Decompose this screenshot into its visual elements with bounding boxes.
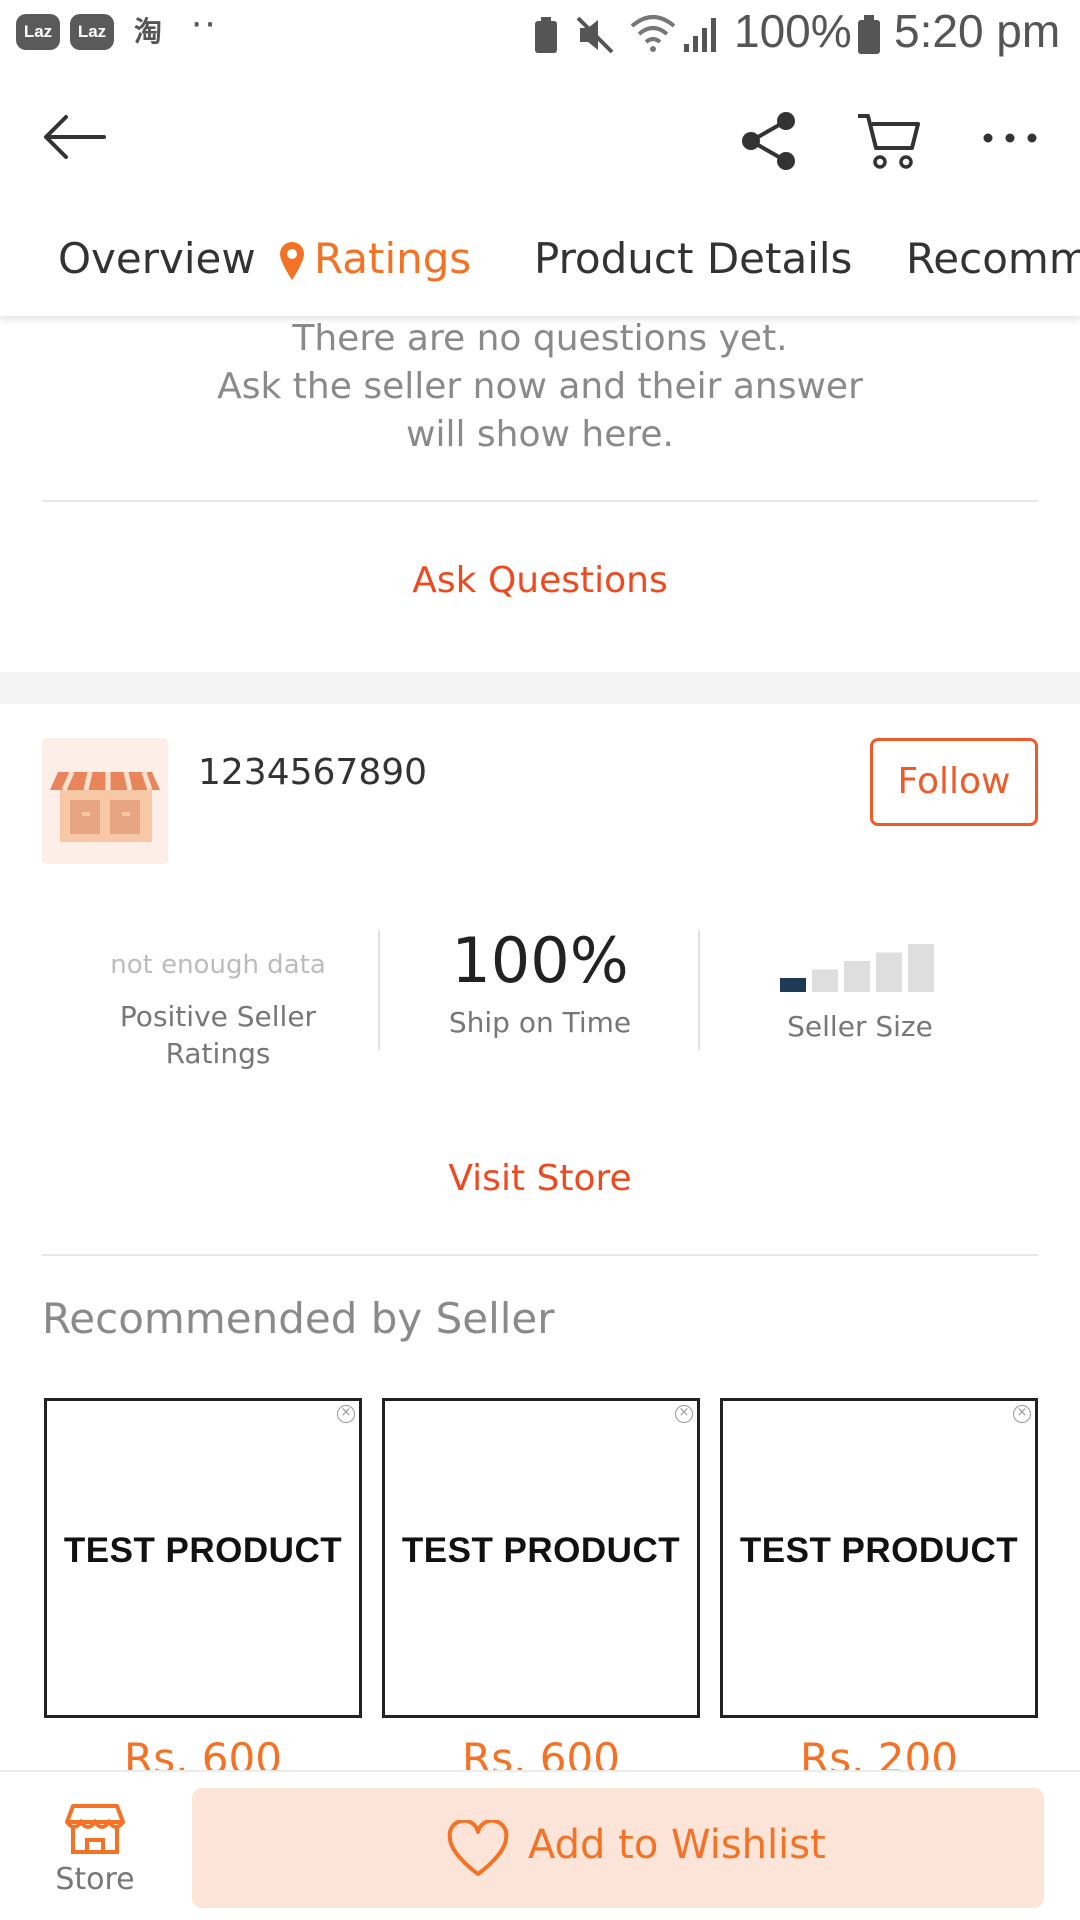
- share-icon[interactable]: [738, 110, 800, 172]
- battery-saver-icon: [535, 17, 557, 53]
- divider: [42, 500, 1038, 502]
- close-icon[interactable]: ×: [675, 1405, 693, 1423]
- clock: 5:20 pm: [894, 5, 1061, 57]
- tab-recommended[interactable]: Recomm: [906, 234, 1080, 283]
- ship-on-time-value: 100%: [451, 924, 629, 997]
- app-bar: [0, 66, 1080, 216]
- add-to-wishlist-label: Add to Wishlist: [528, 1822, 826, 1868]
- product-card[interactable]: × TEST PRODUCT: [720, 1398, 1038, 1718]
- store-tab-label: Store: [55, 1862, 135, 1897]
- positive-ratings-label: Positive Seller: [119, 1000, 317, 1033]
- bottom-action-bar: Store Add to Wishlist: [0, 1770, 1080, 1920]
- product-image-text: TEST PRODUCT: [401, 1531, 681, 1570]
- store-front-icon: [50, 770, 160, 842]
- location-pin-icon: [280, 242, 304, 280]
- no-questions-line-3: will show here.: [406, 414, 674, 455]
- recommended-title: Recommended by Seller: [42, 1294, 555, 1343]
- product-image-text: TEST PRODUCT: [739, 1531, 1019, 1570]
- tab-ratings[interactable]: Ratings: [314, 234, 471, 283]
- no-questions-line-2: Ask the seller now and their answer: [217, 366, 863, 407]
- more-notifications-icon: ··: [190, 0, 217, 44]
- wifi-icon: [630, 15, 676, 52]
- heart-icon: [447, 1820, 509, 1876]
- store-icon: [65, 1804, 125, 1854]
- add-to-wishlist-button[interactable]: Add to Wishlist: [192, 1788, 1044, 1908]
- seller-name: 1234567890: [198, 752, 428, 793]
- tab-overview[interactable]: Overview: [58, 234, 256, 283]
- ship-on-time-stat: 100% Ship on Time: [380, 924, 700, 1040]
- close-icon[interactable]: ×: [337, 1405, 355, 1423]
- status-bar: Laz Laz 淘 ·· 100% 5:20 pm: [0, 0, 1080, 66]
- product-image-text: TEST PRODUCT: [63, 1531, 343, 1570]
- vibrate-icon: [576, 16, 614, 54]
- cart-icon[interactable]: [856, 112, 922, 172]
- tab-bar: Overview Ratings Product Details Recomm: [0, 216, 1080, 316]
- follow-button[interactable]: Follow: [870, 738, 1038, 826]
- lazada-notification-icon: Laz: [70, 14, 114, 50]
- close-icon[interactable]: ×: [1013, 1405, 1031, 1423]
- seller-size-label: Seller Size: [787, 1010, 933, 1043]
- taobao-notification-icon: 淘: [133, 16, 162, 47]
- product-card[interactable]: × TEST PRODUCT: [44, 1398, 362, 1718]
- battery-percentage: 100%: [734, 5, 852, 57]
- section-separator: [0, 672, 1080, 704]
- ask-questions-button[interactable]: Ask Questions: [0, 560, 1080, 601]
- battery-icon: [858, 15, 880, 54]
- positive-ratings-label-2: Ratings: [165, 1037, 271, 1070]
- seller-size-bars: [780, 944, 934, 992]
- signal-icon: [684, 18, 716, 52]
- no-questions-line-1: There are no questions yet.: [292, 318, 788, 359]
- seller-size-bar: [844, 961, 870, 992]
- seller-size-bar: [812, 969, 838, 992]
- ship-on-time-label: Ship on Time: [448, 1006, 632, 1039]
- seller-size-bar: [780, 978, 806, 992]
- visit-store-button[interactable]: Visit Store: [0, 1158, 1080, 1199]
- positive-ratings-stat: not enough data Positive Seller Ratings: [58, 930, 378, 1070]
- seller-size-bar: [908, 944, 934, 992]
- store-logo[interactable]: [42, 738, 168, 864]
- tab-product-details[interactable]: Product Details: [534, 234, 852, 283]
- seller-size-bar: [876, 952, 902, 992]
- product-card[interactable]: × TEST PRODUCT: [382, 1398, 700, 1718]
- lazada-notification-icon: Laz: [16, 14, 60, 50]
- divider: [42, 1254, 1038, 1256]
- store-tab[interactable]: Store: [40, 1802, 150, 1912]
- back-arrow-icon[interactable]: [40, 112, 110, 162]
- seller-size-stat: Seller Size: [700, 930, 1020, 1043]
- positive-ratings-value: not enough data: [110, 950, 326, 980]
- more-icon[interactable]: [980, 130, 1040, 146]
